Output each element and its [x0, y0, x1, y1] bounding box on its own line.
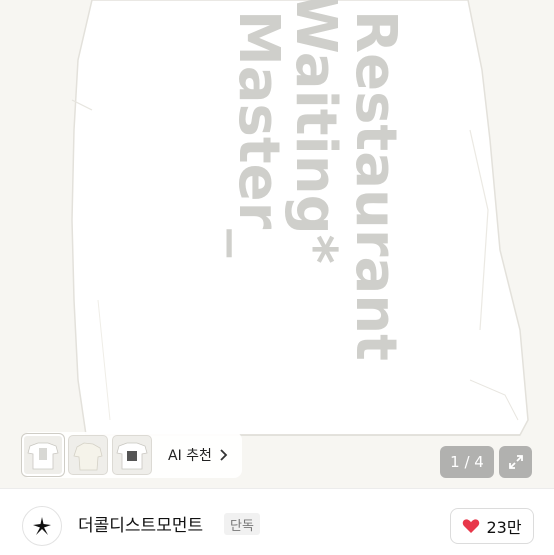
store-name[interactable]: 더콜디스트모먼트: [78, 511, 203, 536]
thumbnail-shirt-image: [73, 442, 103, 471]
expand-button[interactable]: [499, 446, 532, 478]
heart-icon: [463, 519, 480, 533]
thumbnail-shirt-image: [116, 442, 148, 470]
image-counter-text: 1 / 4: [450, 453, 484, 471]
ai-recommend-label: AI 추천: [168, 448, 212, 464]
chevron-right-icon: [220, 449, 228, 461]
print-line-1: Restaurant: [343, 10, 408, 361]
tshirt-illustration: Restaurant Waiting* Master_: [0, 0, 554, 488]
print-line-2: Waiting*: [283, 0, 348, 264]
ai-recommend-button[interactable]: AI 추천: [156, 436, 236, 474]
thumbnail-strip: AI 추천: [22, 432, 242, 478]
exclusive-badge: 단독: [224, 513, 260, 535]
thumbnail-1[interactable]: [22, 434, 64, 476]
store-row[interactable]: 더콜디스트모먼트 단독 23만: [0, 488, 554, 555]
print-line-3: Master_: [226, 10, 291, 257]
store-logo[interactable]: [22, 506, 62, 546]
expand-icon: [508, 455, 523, 469]
thumbnail-shirt-image: [27, 442, 59, 470]
product-image[interactable]: Restaurant Waiting* Master_: [0, 0, 554, 488]
like-button[interactable]: 23만: [450, 508, 534, 544]
image-counter: 1 / 4: [440, 446, 494, 478]
star-logo-icon: [33, 517, 51, 535]
thumbnail-3[interactable]: [112, 435, 152, 475]
like-count: 23만: [486, 518, 522, 537]
thumbnail-2[interactable]: [68, 435, 108, 475]
